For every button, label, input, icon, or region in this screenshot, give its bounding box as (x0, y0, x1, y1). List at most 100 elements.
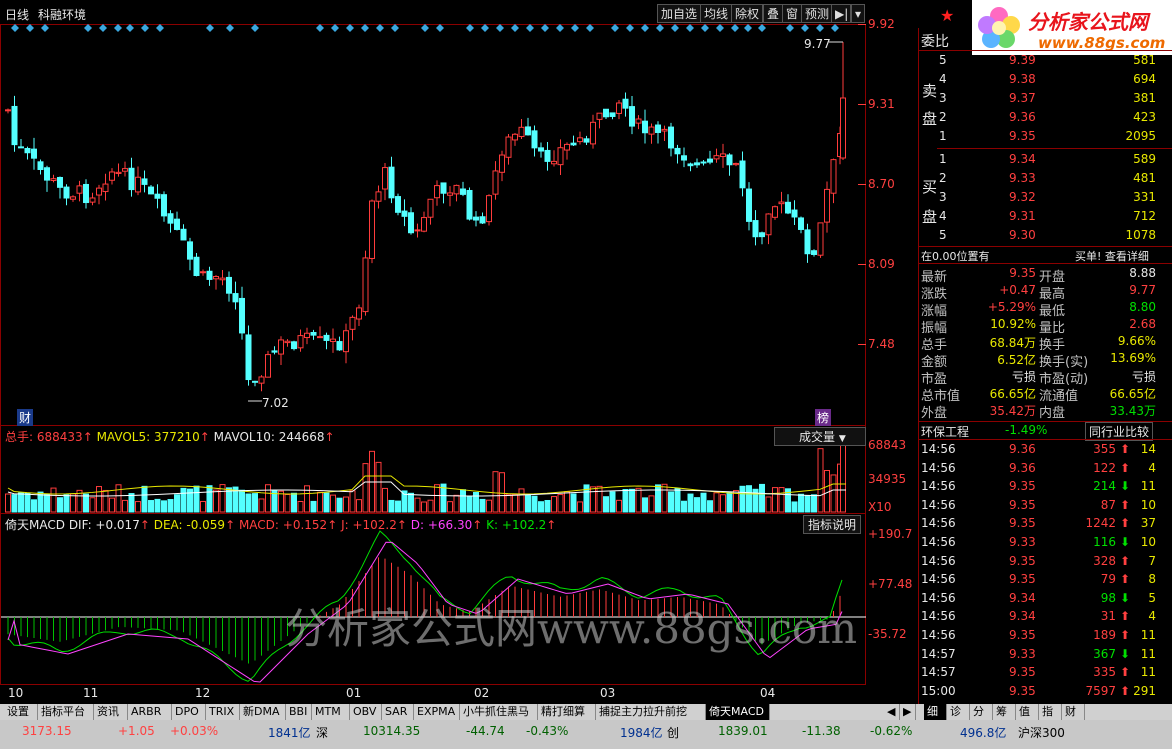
sector-change: -1.49% (1005, 423, 1048, 437)
tick-count: 11 (1140, 646, 1156, 661)
exright-button[interactable]: 除权 (731, 4, 764, 23)
volume-bar (96, 486, 102, 513)
indicator-tab[interactable]: 精打细算 (538, 704, 596, 720)
volume-bar (128, 493, 135, 513)
candle-body (11, 105, 18, 146)
tick-price: 9.35 (1009, 516, 1036, 531)
event-marker-icon (41, 24, 49, 32)
overlay-button[interactable]: 叠 (763, 4, 784, 23)
scroll-left-icon[interactable]: ◀ (884, 704, 900, 720)
buy-label: 买 (922, 178, 938, 196)
candle-body (414, 229, 421, 232)
right-panel-tab[interactable]: 筹 (993, 704, 1016, 720)
volume-bar (343, 496, 349, 513)
window-button[interactable]: 窗 (782, 4, 803, 23)
volume-indicator-value: 成交量 (799, 430, 836, 444)
volume-bar (317, 491, 323, 513)
indicator-tab[interactable]: DPO (172, 704, 206, 720)
candle-body (336, 341, 343, 351)
indicator-tab[interactable]: 小牛抓住黑马 (460, 704, 538, 720)
volume-bar (603, 496, 609, 513)
event-marker-icon (126, 24, 134, 32)
volume-bar (161, 500, 167, 513)
candle-body (687, 163, 694, 167)
indicator-tab[interactable]: EXPMA (414, 704, 460, 720)
tick-price: 9.34 (1009, 609, 1036, 624)
kline-chart-svg[interactable] (0, 0, 918, 705)
period-label[interactable]: 日线 (5, 6, 29, 23)
sh-change: +1.05 (118, 724, 155, 738)
quote-value: 66.65亿 (989, 387, 1036, 401)
ma-button[interactable]: 均线 (700, 4, 733, 23)
candle-body (512, 133, 518, 141)
right-panel-tab[interactable]: 值 (1016, 704, 1039, 720)
sell-price: 9.39 (1009, 53, 1036, 67)
sell-level: 4 (939, 72, 947, 86)
view-detail-link[interactable]: 买单! 查看详细 (1075, 248, 1149, 264)
quote-label: 外盘 (921, 406, 948, 421)
sell-volume: 2095 (1125, 129, 1156, 143)
indicator-tab[interactable]: OBV (350, 704, 382, 720)
high-price-marker: 9.77 (804, 37, 831, 51)
buy-level: 5 (939, 228, 947, 242)
tick-time: 14:56 (921, 553, 956, 568)
indicator-help-button[interactable]: 指标说明 (803, 515, 862, 534)
tick-volume: 116 (1093, 535, 1116, 549)
indicator-tab[interactable]: 指标平台 (38, 704, 94, 720)
tick-count: 8 (1148, 572, 1156, 587)
indicator-tab[interactable]: ARBR (128, 704, 172, 720)
indicator-tab[interactable]: 倚天MACD (706, 704, 770, 720)
indicator-tab[interactable]: 捕捉主力拉升前挖 (596, 704, 706, 720)
indicator-tab[interactable]: 设置 (4, 704, 38, 720)
candle-body (804, 229, 811, 255)
quote-value: 6.52亿 (997, 353, 1036, 367)
indicator-tab[interactable]: TRIX (206, 704, 240, 720)
quote-value: 8.80 (1129, 300, 1156, 314)
star-icon[interactable]: ★ (940, 6, 954, 25)
right-panel-tab[interactable]: 指 (1039, 704, 1062, 720)
event-marker-icon (496, 24, 504, 32)
candle-body (382, 167, 388, 190)
volume-indicator-select[interactable]: 成交量 ▼ (774, 427, 866, 446)
chart-area[interactable]: 日线 科融环境 加自选 均线 除权 叠 窗 预测 ▶| ▾ 9.92 9.31 … (0, 0, 918, 705)
chevron-down-icon[interactable]: ▾ (851, 4, 865, 23)
indicator-tab[interactable]: 新DMA (240, 704, 286, 720)
candle-body (824, 188, 830, 223)
tick-time: 14:56 (921, 609, 956, 624)
candle-body (557, 147, 564, 166)
indicator-tab[interactable]: 资讯 (94, 704, 128, 720)
sell-volume: 423 (1133, 110, 1156, 124)
right-panel-tab[interactable]: 诊 (947, 704, 970, 720)
right-panel-tab[interactable]: 分 (970, 704, 993, 720)
forecast-button[interactable]: 预测 (801, 4, 834, 23)
tick-price: 9.33 (1009, 646, 1036, 661)
right-panel-tab[interactable]: 细 (924, 704, 947, 720)
volume-bar (180, 487, 187, 513)
stock-name: 科融环境 (38, 8, 87, 22)
candle-body (551, 160, 557, 165)
sz-amount: 1984亿 (620, 726, 663, 740)
candle-body (70, 196, 76, 200)
date-axis-tick: 03 (600, 686, 616, 700)
arrow-down-icon: ⬇ (1119, 535, 1130, 549)
volume-bar (512, 493, 518, 513)
volume-bar (57, 497, 63, 513)
sector-name[interactable]: 环保工程 (921, 423, 969, 440)
indicator-tab[interactable]: BBI (286, 704, 312, 720)
right-panel-tab[interactable]: 财 (1062, 704, 1085, 720)
play-icon[interactable]: ▶| (831, 4, 851, 23)
ranking-badge[interactable]: 榜 (815, 409, 832, 426)
event-marker-icon (731, 24, 739, 32)
volume-bar (486, 499, 492, 513)
candle-body (453, 184, 460, 195)
volume-bar (492, 471, 499, 513)
scroll-right-icon[interactable]: ▶ (900, 704, 916, 720)
indicator-tab[interactable]: MTM (312, 704, 350, 720)
finance-badge[interactable]: 财 (17, 409, 34, 426)
candle-body (570, 142, 577, 146)
add-watchlist-button[interactable]: 加自选 (657, 4, 702, 23)
candle-body (200, 271, 206, 274)
candle-body (206, 270, 213, 280)
volume-bar (174, 494, 180, 513)
indicator-tab[interactable]: SAR (382, 704, 414, 720)
